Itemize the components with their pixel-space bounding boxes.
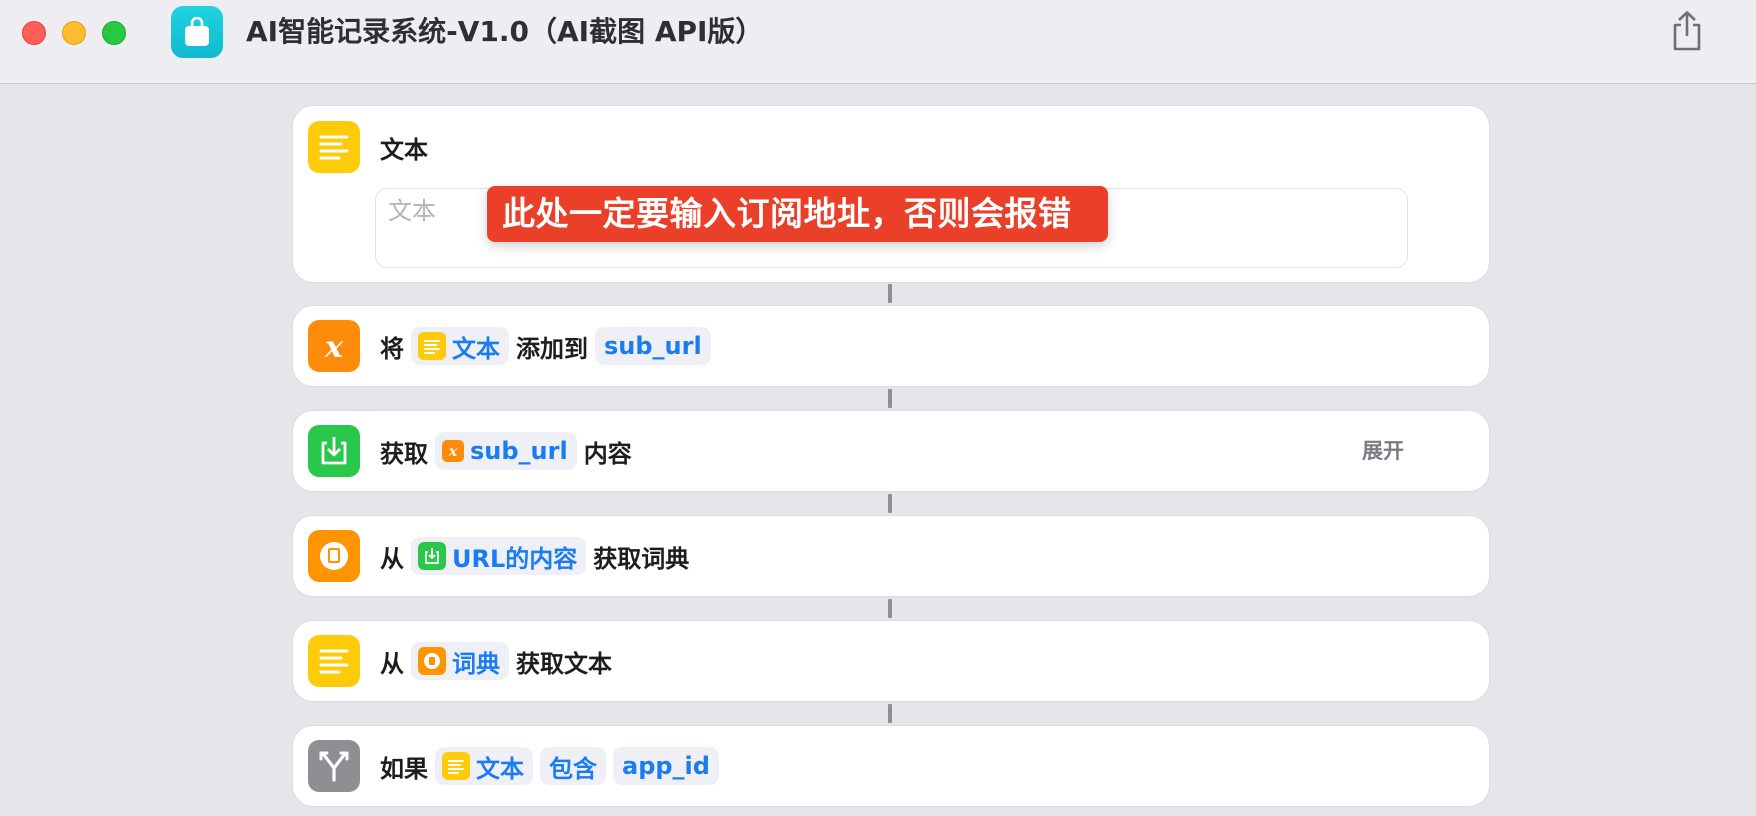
download-tray-icon	[308, 425, 360, 477]
window-title: AI智能记录系统-V1.0（AI截图 API版）	[246, 15, 764, 48]
svg-text:x: x	[448, 444, 458, 460]
text-lines-icon	[418, 332, 446, 360]
variable-x-icon: x	[442, 440, 464, 462]
download-tray-icon	[418, 542, 446, 570]
condition-operator-token[interactable]: 包含	[540, 747, 606, 785]
text-variable-token[interactable]: 文本	[435, 747, 533, 785]
sub-url-variable-token[interactable]: x sub_url	[435, 432, 577, 470]
annotation-callout: 此处一定要输入订阅地址，否则会报错	[487, 186, 1108, 242]
action-word: 添加到	[516, 334, 588, 363]
branch-if-icon	[308, 740, 360, 792]
text-input-placeholder: 文本	[388, 197, 436, 225]
action-word: 从	[380, 544, 404, 573]
token-label: 词典	[452, 649, 500, 678]
action-connector	[888, 389, 892, 408]
sub-url-variable-token[interactable]: sub_url	[595, 327, 711, 365]
action-word: 如果	[380, 754, 428, 783]
action-word: 内容	[583, 439, 632, 468]
get-url-contents-row: 获取 x sub_url 内容	[380, 431, 639, 471]
text-variable-token[interactable]: 文本	[411, 327, 509, 365]
get-text-action-card[interactable]: 从 词典 获取文本	[293, 621, 1489, 701]
action-connector	[888, 599, 892, 618]
action-word: 将	[380, 334, 404, 363]
if-condition-row: 如果 文本 包含 app_id	[380, 746, 726, 786]
close-window-button[interactable]	[22, 21, 46, 45]
minimize-window-button[interactable]	[62, 21, 86, 45]
action-word: 获取文本	[516, 649, 612, 678]
action-word: 获取	[380, 439, 428, 468]
add-to-variable-row: 将 文本 添加到 sub_url	[380, 326, 718, 366]
text-action-title: 文本	[380, 135, 428, 164]
maximize-window-button[interactable]	[102, 21, 126, 45]
text-lines-icon	[308, 121, 360, 173]
get-text-row: 从 词典 获取文本	[380, 641, 619, 681]
svg-text:x: x	[324, 330, 344, 365]
expand-button[interactable]: 展开	[1362, 431, 1404, 471]
shortcut-app-icon	[171, 6, 223, 58]
token-label: URL的内容	[452, 544, 578, 573]
text-lines-icon	[442, 752, 470, 780]
action-word: 从	[380, 649, 404, 678]
condition-value-token[interactable]: app_id	[613, 747, 719, 785]
get-url-contents-action-card[interactable]: 获取 x sub_url 内容 展开	[293, 411, 1489, 491]
title-bar: AI智能记录系统-V1.0（AI截图 API版）	[0, 0, 1756, 84]
variable-x-icon: x	[308, 320, 360, 372]
text-action-title-row: 文本	[380, 127, 435, 167]
token-label: 文本	[452, 334, 500, 363]
add-to-variable-action-card[interactable]: x 将 文本 添加到 sub_url	[293, 306, 1489, 386]
if-action-card[interactable]: 如果 文本 包含 app_id	[293, 726, 1489, 806]
dictionary-variable-token[interactable]: 词典	[411, 642, 509, 680]
get-dictionary-row: 从 URL的内容 获取词典	[380, 536, 696, 576]
token-label: 文本	[476, 754, 524, 783]
dictionary-book-icon	[308, 530, 360, 582]
get-dictionary-action-card[interactable]: 从 URL的内容 获取词典	[293, 516, 1489, 596]
action-connector	[888, 494, 892, 513]
dictionary-book-icon	[418, 647, 446, 675]
text-lines-icon	[308, 635, 360, 687]
action-connector	[888, 284, 892, 303]
action-word: 获取词典	[593, 544, 690, 573]
share-icon[interactable]	[1670, 10, 1704, 52]
token-label: sub_url	[470, 437, 568, 465]
url-contents-variable-token[interactable]: URL的内容	[411, 537, 587, 575]
action-connector	[888, 704, 892, 723]
